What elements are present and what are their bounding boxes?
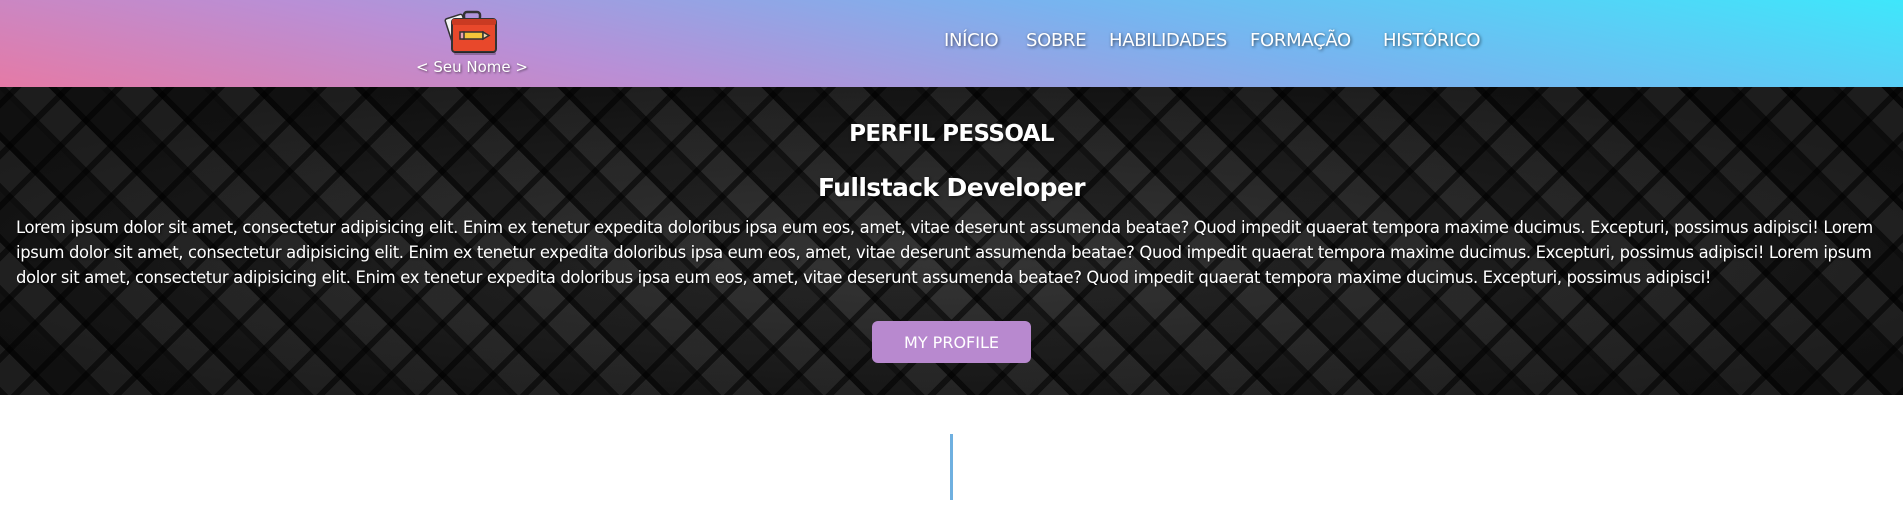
- hero-section: PERFIL PESSOAL Fullstack Developer Lorem…: [0, 87, 1903, 395]
- hero-subtitle: Fullstack Developer: [817, 173, 1086, 202]
- nav-item-habilidades[interactable]: HABILIDADES: [1109, 30, 1227, 51]
- hero-description: Lorem ipsum dolor sit amet, consectetur …: [16, 218, 1873, 287]
- my-profile-button[interactable]: MY PROFILE: [872, 321, 1031, 363]
- brand[interactable]: < Seu Nome >: [407, 10, 537, 82]
- nav-item-inicio[interactable]: INÍCIO: [944, 30, 999, 51]
- nav-item-historico[interactable]: HISTÓRICO: [1383, 30, 1481, 51]
- briefcase-pencil-icon: [444, 10, 497, 55]
- nav-item-sobre[interactable]: SOBRE: [1026, 30, 1087, 51]
- top-navbar: < Seu Nome > INÍCIO SOBRE HABILIDADES FO…: [0, 0, 1903, 87]
- hero-title: PERFIL PESSOAL: [849, 121, 1054, 147]
- brand-name: < Seu Nome >: [416, 58, 528, 76]
- nav-item-formacao[interactable]: FORMAÇÃO: [1250, 30, 1351, 51]
- timeline-divider: [950, 434, 953, 500]
